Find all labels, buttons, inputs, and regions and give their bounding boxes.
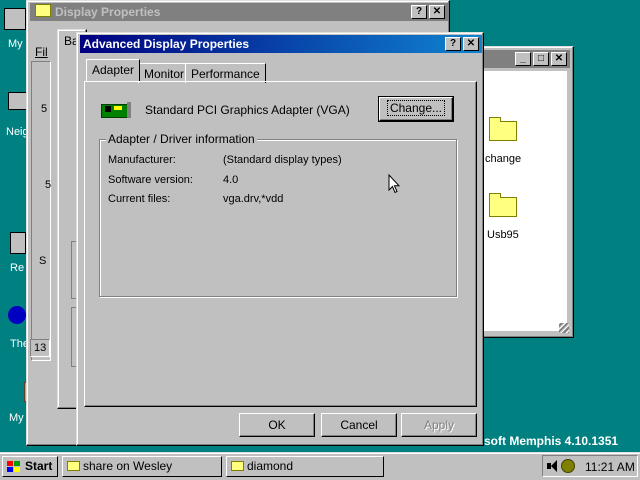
folder-icon [67,461,80,471]
change-button-label: Change... [386,100,446,116]
apply-button[interactable]: Apply [401,413,477,437]
folder-icon [231,461,244,471]
folder-label-usb95[interactable]: Usb95 [487,229,519,241]
desktop-icon-my-computer[interactable]: My [0,0,26,60]
close-button[interactable]: ✕ [551,52,567,66]
current-files-value: vga.drv,*vdd [223,193,284,205]
tab-page: Standard PCI Graphics Adapter (VGA) Chan… [84,81,477,407]
desktop-icon-recycle[interactable]: Re [0,226,28,278]
side-char: S [39,255,47,267]
display-properties-titlebar: Display Properties [30,3,448,21]
side-char: 5 [45,179,52,191]
explorer-menu-partial[interactable]: Fil [35,45,48,59]
speaker-icon[interactable] [547,459,557,473]
globe-icon [8,306,26,324]
minimize-button[interactable]: _ [515,52,531,66]
current-files-label: Current files: [108,193,171,205]
folder-icon [35,4,51,17]
desktop-watermark: soft Memphis 4.10.1351 [484,434,619,448]
desktop-icon-internet[interactable]: The [0,300,29,352]
tab-label: Adapter [92,63,135,77]
tab-performance[interactable]: Performance [185,63,266,83]
tab-label: Monitor [144,67,185,81]
desktop-icon-network[interactable]: Neig [0,86,29,142]
window-title: Display Properties [55,5,161,19]
folder-icon[interactable] [489,193,517,217]
ok-label: OK [268,418,286,432]
folder-label-change[interactable]: change [485,153,521,165]
folder-icon[interactable] [489,117,517,141]
recycle-bin-icon [10,232,26,254]
close-button[interactable]: ✕ [429,5,445,19]
clock[interactable]: 11:21 AM [585,460,635,474]
ok-button[interactable]: OK [239,413,315,437]
close-button[interactable]: ✕ [463,37,479,51]
tab-label: Performance [191,67,260,81]
software-version-value: 4.0 [223,174,239,186]
start-label: Start [25,459,53,473]
side-char: 5 [41,103,48,115]
tab-adapter[interactable]: Adapter [86,59,141,81]
desktop-icon-label: Re [10,262,25,274]
advanced-display-dialog: Advanced Display Properties ? ✕ Adapter … [76,32,484,446]
computer-icon [4,8,26,30]
group-title: Adapter / Driver information [106,132,257,146]
network-icon [8,92,28,110]
maximize-button[interactable]: □ [533,52,549,66]
status-field: 13 [30,339,50,357]
apply-label: Apply [423,418,455,432]
windows-logo-icon [7,461,21,473]
taskbar-item-share[interactable]: share on Wesley [62,456,222,477]
adapter-name: Standard PCI Graphics Adapter (VGA) [145,103,350,117]
cancel-label: Cancel [340,418,378,432]
start-button[interactable]: Start [2,456,58,477]
resize-grip-icon[interactable] [559,323,569,333]
desktop-icon-label: My [8,38,23,50]
manufacturer-value: (Standard display types) [223,154,342,166]
display-settings-icon[interactable] [561,459,575,473]
mouse-cursor-icon [388,174,400,194]
change-button[interactable]: Change... [378,96,454,122]
taskbar-item-label: diamond [247,459,294,473]
manufacturer-label: Manufacturer: [108,154,176,166]
taskbar-item-label: share on Wesley [83,459,173,473]
help-button[interactable]: ? [411,5,427,19]
dialog-titlebar: Advanced Display Properties [80,35,482,53]
help-button[interactable]: ? [445,37,461,51]
system-tray: 11:21 AM [542,455,638,477]
taskbar-item-diamond[interactable]: diamond [226,456,384,477]
tab-monitor[interactable]: Monitor [138,63,191,83]
software-version-label: Software version: [108,174,193,186]
dialog-title: Advanced Display Properties [83,37,250,51]
driver-info-group: Adapter / Driver information Manufacture… [99,132,457,297]
display-adapter-icon [101,100,133,120]
cancel-button[interactable]: Cancel [321,413,397,437]
